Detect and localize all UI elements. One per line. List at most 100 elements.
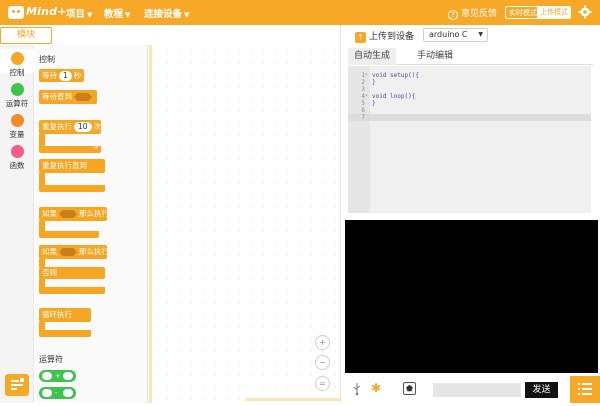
send-button[interactable]: 发送 [525, 382, 558, 398]
category-bar: 控制 运算符 变量 函数 [0, 45, 34, 403]
boolean-slot[interactable] [74, 93, 92, 101]
menu-project-label: 项目 [66, 9, 86, 20]
code-editor[interactable]: 1 ▾ void setup(){2} 3 4 ▾ void loop(){5} 6 7 [348, 66, 591, 213]
code-line[interactable]: 3 [348, 86, 591, 93]
block-forever-label: 循环执行 [42, 310, 72, 319]
zoom-out-button[interactable]: − [315, 355, 330, 370]
block-wait-unit: 秒 [73, 71, 82, 80]
category-operator[interactable]: 运算符 [0, 83, 34, 109]
extension-icon [11, 378, 24, 390]
code-line[interactable]: 7 [348, 114, 591, 121]
block-else-row: 否则 [39, 267, 105, 279]
block-if-head: 如果 那么执行 [39, 207, 109, 221]
block-repeat-head: 重复执行 10 次 [39, 120, 101, 134]
workspace-horizontal-scrollbar[interactable] [245, 398, 340, 401]
logo-text: Mind+ [26, 5, 67, 18]
block-wait-until[interactable]: 等待直到 [39, 90, 97, 104]
feedback-link[interactable]: ? 意见反馈 [448, 6, 497, 20]
chevron-down-icon: ▼ [87, 11, 93, 19]
extensions-button[interactable] [5, 374, 29, 396]
menu-connect-label: 连接设备 [144, 9, 183, 20]
block-subtract-symbol: - [55, 389, 58, 397]
category-control-label: 控制 [9, 68, 25, 77]
block-repeat[interactable]: 重复执行 10 次 ↺ [39, 120, 101, 160]
fold-arrow-icon[interactable]: ▾ [365, 93, 368, 100]
code-text: } [372, 100, 376, 107]
block-if-else-arm-top [39, 259, 45, 267]
language-select-value: arduino C [429, 30, 468, 39]
block-repeat-unit: 次 [93, 122, 102, 131]
menu-connect-device[interactable]: 连接设备 ▼ [144, 6, 189, 20]
code-tabs: 自动生成 手动编辑 [348, 48, 593, 65]
menu-tutorial[interactable]: 教程 ▼ [104, 6, 130, 20]
fold-arrow-icon[interactable]: ▾ [365, 72, 368, 79]
line-number: 6 [361, 107, 365, 114]
block-repeat-until[interactable]: 重复执行直到 [39, 159, 105, 199]
code-line[interactable]: 1 ▾ void setup(){ [348, 72, 591, 79]
list-icon [578, 383, 592, 395]
usb-icon[interactable] [352, 382, 362, 396]
control-dot-icon [10, 52, 24, 65]
block-wait-input[interactable]: 1 [59, 71, 72, 81]
upload-to-device-button[interactable]: ↑ 上传到设备 [355, 29, 414, 43]
block-if-else-arm-bottom [39, 279, 45, 287]
block-repeat-until-label: 重复执行直到 [42, 161, 87, 170]
category-function[interactable]: 函数 [0, 145, 34, 171]
live-mode-button[interactable]: 实时模式 [505, 6, 541, 19]
block-if-then[interactable]: 如果 那么执行 [39, 207, 109, 239]
gear-icon[interactable] [578, 5, 592, 19]
language-select[interactable]: arduino C ▼ [423, 28, 488, 42]
zoom-reset-button[interactable]: = [315, 376, 330, 391]
code-line[interactable]: 4 ▾ void loop(){ [348, 93, 591, 100]
tab-manual-edit[interactable]: 手动编辑 [406, 48, 464, 65]
logo-face-icon [8, 6, 24, 19]
app-logo[interactable]: Mind+ [8, 4, 66, 21]
tab-modules[interactable]: 模块 [0, 27, 52, 44]
hex-toggle-icon[interactable]: ⬟ [403, 382, 416, 395]
code-text: void setup(){ [372, 72, 419, 79]
chevron-down-icon: ▼ [184, 11, 190, 19]
function-dot-icon [10, 145, 24, 158]
block-then-label: 那么执行 [79, 209, 109, 218]
zoom-in-button[interactable]: + [315, 335, 330, 350]
code-workspace[interactable] [149, 45, 340, 403]
code-line[interactable]: 6 [348, 107, 591, 114]
workspace-vertical-scrollbar[interactable] [149, 45, 152, 403]
spark-icon[interactable]: ✱ [371, 381, 381, 395]
block-palette: 控制 等待 1 秒 等待直到 重复执行 10 次 ↺ 重复执行直到 如果 那么执行 [35, 45, 148, 403]
code-line[interactable]: 5} [348, 100, 591, 107]
menu-project[interactable]: 项目 ▼ [66, 6, 92, 20]
category-variable[interactable]: 变量 [0, 114, 34, 140]
upload-mode-button[interactable]: 上传模式 [537, 6, 571, 19]
block-add-symbol: + [55, 372, 61, 380]
block-wait[interactable]: 等待 1 秒 [39, 69, 85, 82]
tab-auto-generate[interactable]: 自动生成 [348, 48, 396, 65]
feedback-label: 意见反馈 [461, 9, 498, 19]
serial-send-input[interactable] [433, 383, 521, 397]
menu-tutorial-label: 教程 [104, 9, 124, 20]
block-if-else[interactable]: 如果 那么执行 否则 [39, 245, 109, 295]
block-if-else-foot [39, 287, 105, 294]
boolean-slot[interactable] [59, 248, 77, 256]
block-else-label: 否则 [42, 268, 57, 277]
block-repeat-foot [39, 146, 101, 153]
list-menu-button[interactable] [570, 376, 600, 403]
block-subtract[interactable]: - [39, 387, 76, 399]
block-forever-head: 循环执行 [39, 308, 91, 322]
block-if-arm [39, 221, 45, 231]
block-repeat-arm [39, 134, 45, 146]
block-if-foot [39, 231, 99, 238]
boolean-slot[interactable] [59, 210, 77, 218]
block-if-label: 如果 [42, 209, 57, 218]
block-repeat-until-head: 重复执行直到 [39, 159, 105, 173]
line-number: 3 [361, 86, 365, 93]
block-forever[interactable]: 循环执行 [39, 308, 91, 340]
code-line[interactable]: 2} [348, 79, 591, 86]
line-number: 5 [361, 100, 365, 107]
block-repeat-input[interactable]: 10 [74, 122, 92, 132]
chevron-down-icon: ▼ [125, 11, 131, 19]
serial-monitor [345, 220, 598, 373]
category-control[interactable]: 控制 [0, 52, 34, 78]
block-add[interactable]: + [39, 370, 76, 382]
block-forever-arm [39, 322, 45, 330]
